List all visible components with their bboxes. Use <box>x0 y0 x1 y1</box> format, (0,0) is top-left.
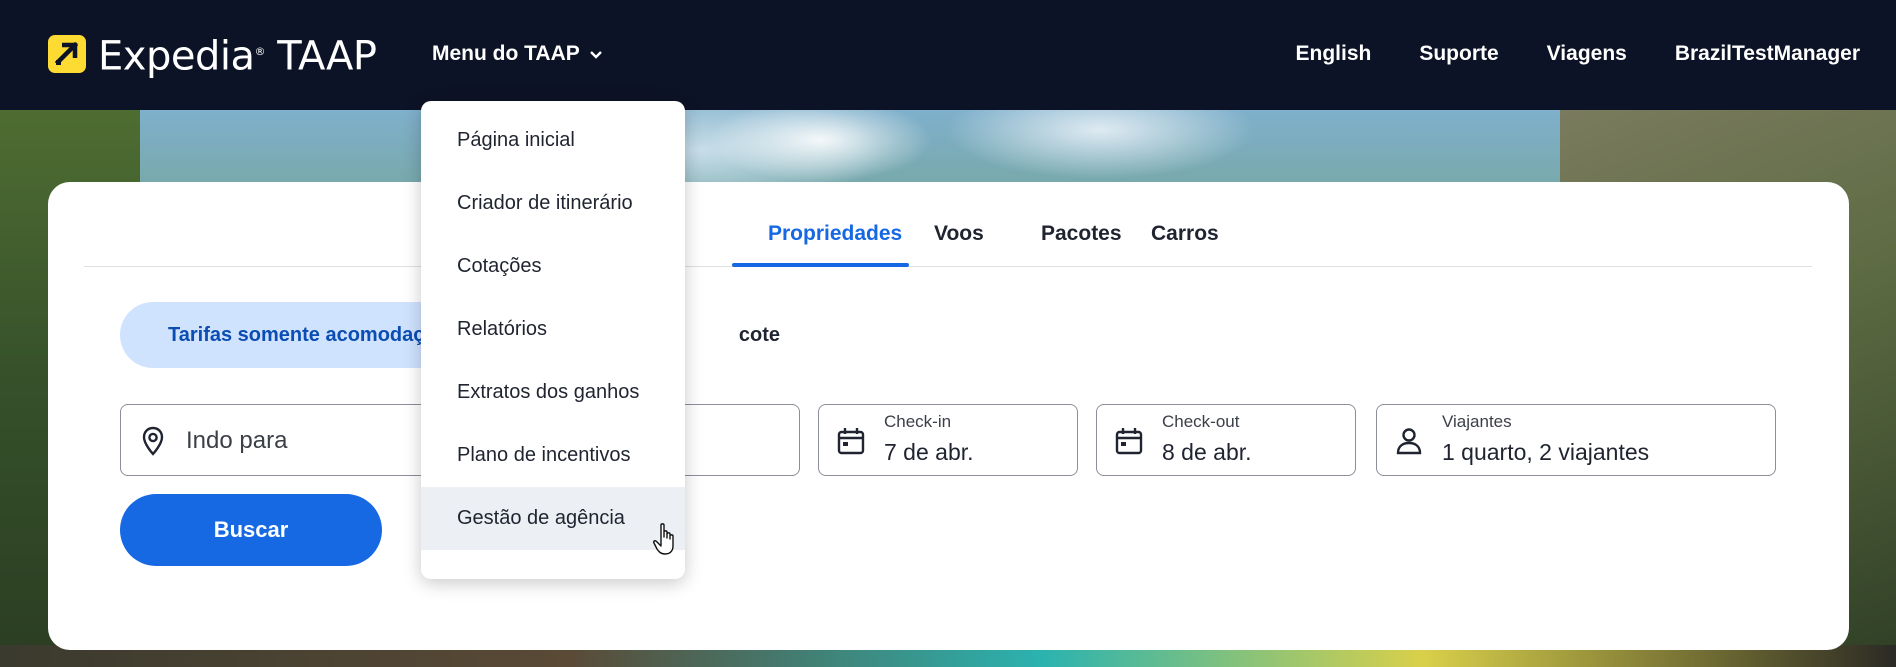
rate-type-toggle[interactable]: Tarifas somente acomodação <box>120 302 450 368</box>
search-tabs: Propriedades Voos Pacotes Carros <box>84 182 1812 267</box>
tab-properties[interactable]: Propriedades <box>768 222 902 246</box>
trips-link[interactable]: Viagens <box>1547 42 1627 66</box>
travelers-value: 1 quarto, 2 viajantes <box>1442 439 1650 465</box>
checkin-value: 7 de abr. <box>884 439 974 465</box>
hand-cursor-icon <box>653 523 674 555</box>
checkout-value: 8 de abr. <box>1162 439 1252 465</box>
taap-menu-label: Menu do TAAP <box>432 42 580 65</box>
calendar-icon <box>1115 428 1143 455</box>
menu-item-quotes[interactable]: Cotações <box>421 235 685 298</box>
checkout-label: Check-out <box>1162 412 1240 431</box>
travelers-label: Viajantes <box>1442 412 1512 431</box>
person-icon <box>1396 428 1422 455</box>
menu-item-incentive-plan[interactable]: Plano de incentivos <box>421 424 685 487</box>
expedia-taap-logo[interactable]: Expedia® TAAP <box>48 33 377 80</box>
tab-flights[interactable]: Voos <box>934 222 984 246</box>
taap-menu-dropdown: Página inicial Criador de itinerário Cot… <box>421 101 685 579</box>
destination-placeholder: Indo para <box>186 427 288 454</box>
location-pin-icon <box>142 426 164 456</box>
language-link[interactable]: English <box>1295 42 1371 66</box>
logo-wordmark: Expedia® TAAP <box>98 33 377 80</box>
checkin-field[interactable]: Check-in 7 de abr. <box>818 404 1078 476</box>
rate-accommodation-only[interactable]: Tarifas somente acomodação <box>120 302 450 368</box>
search-card: Propriedades Voos Pacotes Carros Tarifas… <box>48 182 1849 650</box>
taap-menu-button[interactable]: Menu do TAAP <box>432 42 604 66</box>
tab-packages[interactable]: Pacotes <box>1041 222 1122 246</box>
account-menu[interactable]: BrazilTestManager <box>1675 42 1860 66</box>
chevron-down-icon <box>589 51 602 59</box>
top-navigation-bar: Expedia® TAAP Menu do TAAP English Supor… <box>0 0 1896 110</box>
checkout-field[interactable]: Check-out 8 de abr. <box>1096 404 1356 476</box>
menu-item-agency-management[interactable]: Gestão de agência <box>421 487 685 550</box>
checkin-label: Check-in <box>884 412 952 431</box>
tab-cars[interactable]: Carros <box>1151 222 1219 246</box>
calendar-icon <box>837 428 865 455</box>
menu-item-reports[interactable]: Relatórios <box>421 298 685 361</box>
menu-item-home[interactable]: Página inicial <box>421 109 685 172</box>
expedia-logo-icon <box>48 35 86 73</box>
menu-item-itinerary-builder[interactable]: Criador de itinerário <box>421 172 685 235</box>
support-link[interactable]: Suporte <box>1419 42 1498 66</box>
menu-item-earnings-statements[interactable]: Extratos dos ganhos <box>421 361 685 424</box>
active-tab-indicator <box>732 263 909 267</box>
search-button[interactable]: Buscar <box>120 494 382 566</box>
header-nav-links: English Suporte Viagens BrazilTestManage… <box>1295 42 1860 66</box>
travelers-field[interactable]: Viajantes 1 quarto, 2 viajantes <box>1376 404 1776 476</box>
